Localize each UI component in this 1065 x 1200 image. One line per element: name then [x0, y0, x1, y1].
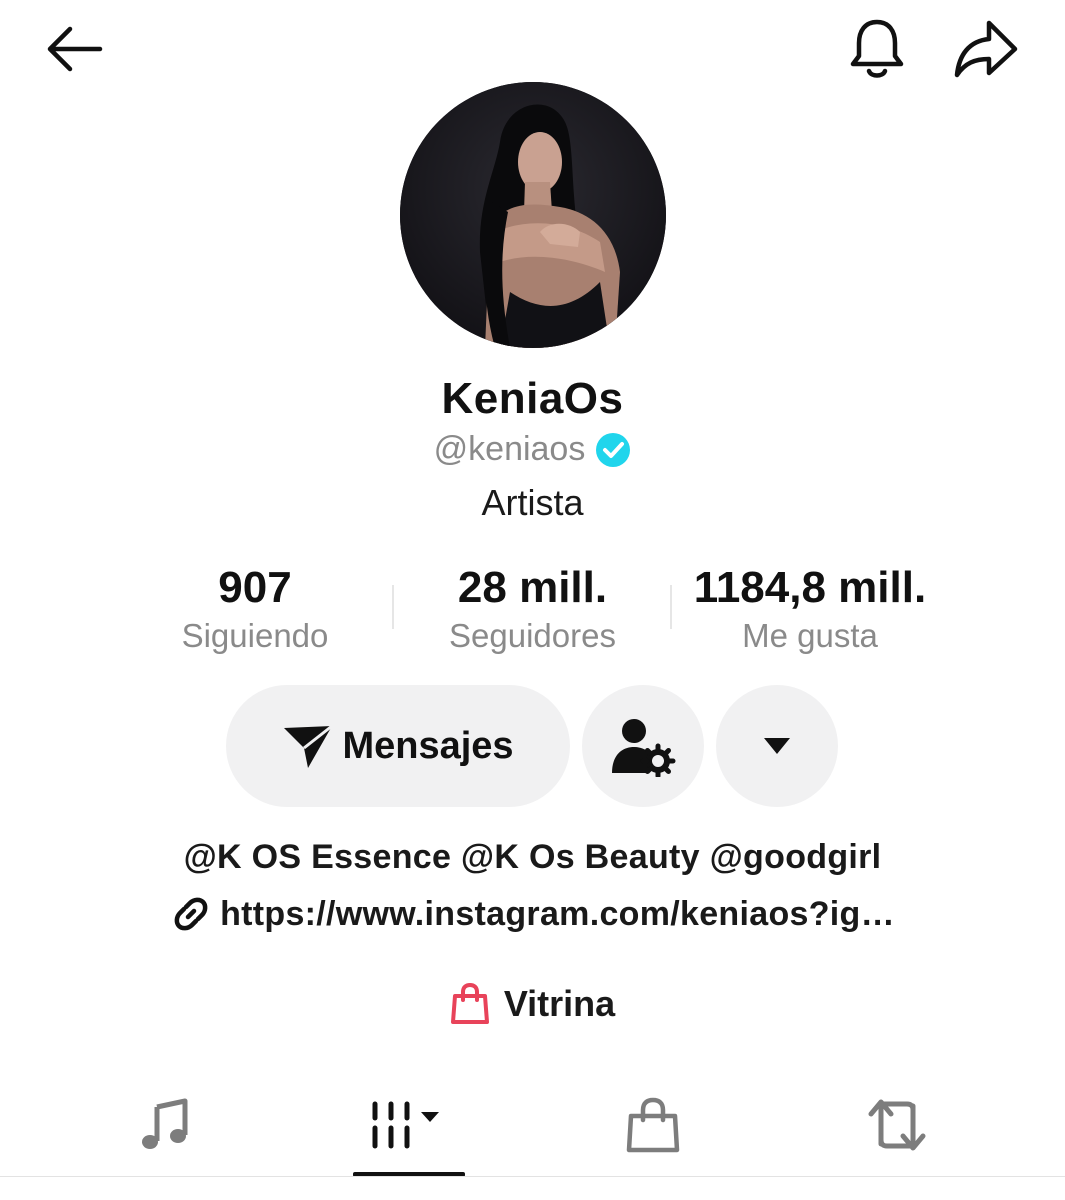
- stat-label: Me gusta: [742, 617, 878, 654]
- repost-icon: [868, 1099, 926, 1151]
- back-arrow-icon: [47, 26, 103, 72]
- bio-text: @K OS Essence @K Os Beauty @goodgirl: [183, 838, 882, 876]
- stat-likes[interactable]: 1184,8 mill. Me gusta: [680, 560, 940, 656]
- stat-value: 907: [218, 563, 292, 612]
- bell-icon: [850, 19, 904, 78]
- stat-followers[interactable]: 28 mill. Seguidores: [420, 560, 645, 656]
- tab-reposts[interactable]: [842, 1085, 952, 1165]
- profile-settings-button[interactable]: [582, 685, 704, 807]
- account-category: Artista: [481, 482, 584, 523]
- bio-link-text[interactable]: https://www.instagram.com/keniaos?ig…: [220, 895, 895, 934]
- profile-photo: [400, 82, 666, 348]
- tab-bar-divider: [0, 1176, 1065, 1177]
- showcase-link[interactable]: Vitrina: [0, 982, 1065, 1026]
- stat-value: 1184,8 mill.: [693, 563, 927, 612]
- stat-label: Siguiendo: [181, 617, 329, 654]
- dropdown-caret-icon: [764, 738, 790, 754]
- send-icon: [284, 724, 334, 768]
- display-name: KeniaOs: [441, 374, 624, 423]
- share-icon: [954, 20, 1018, 78]
- stat-divider: [670, 585, 672, 629]
- username: @keniaos: [433, 430, 586, 468]
- link-icon: [174, 897, 208, 931]
- more-options-button[interactable]: [716, 685, 838, 807]
- stat-value: 28 mill.: [457, 563, 608, 612]
- share-button[interactable]: [948, 14, 1024, 84]
- video-grid-icon: [372, 1101, 439, 1149]
- back-button[interactable]: [38, 18, 108, 80]
- shopping-bag-icon: [450, 982, 489, 1024]
- messages-button[interactable]: Mensajes: [226, 685, 570, 807]
- notifications-button[interactable]: [842, 14, 912, 84]
- bio-link[interactable]: https://www.instagram.com/keniaos?ig…: [0, 893, 1065, 935]
- user-settings-icon: [612, 719, 676, 777]
- stat-divider: [392, 585, 394, 629]
- music-note-icon: [142, 1098, 188, 1149]
- username-row: @keniaos: [0, 430, 1065, 469]
- avatar[interactable]: [400, 82, 666, 348]
- verified-badge-icon: [596, 432, 631, 467]
- tab-shop[interactable]: [598, 1085, 708, 1165]
- messages-label: Mensajes: [342, 724, 514, 767]
- tab-music[interactable]: [110, 1085, 220, 1165]
- stat-following[interactable]: 907 Siguiendo: [155, 560, 355, 656]
- stat-label: Seguidores: [449, 617, 616, 654]
- tab-videos[interactable]: [355, 1085, 465, 1165]
- showcase-label: Vitrina: [503, 983, 616, 1024]
- shopping-bag-icon: [626, 1097, 680, 1153]
